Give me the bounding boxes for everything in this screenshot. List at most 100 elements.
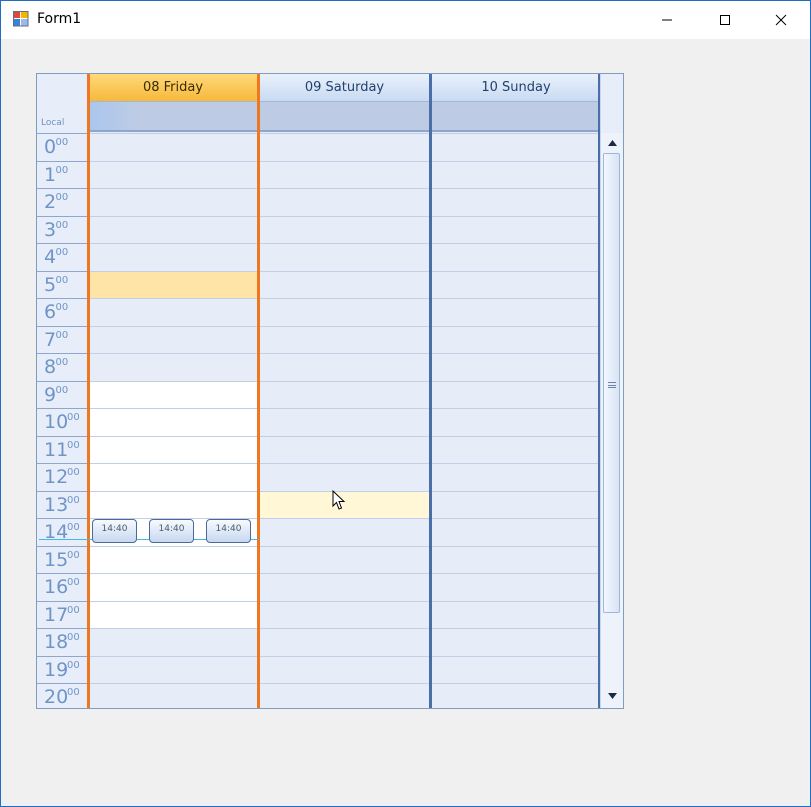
time-slot[interactable] <box>432 133 600 161</box>
time-slot[interactable] <box>260 628 429 656</box>
time-slot[interactable] <box>89 573 257 601</box>
time-slot[interactable] <box>432 325 600 353</box>
time-slot[interactable] <box>260 435 429 463</box>
time-slot[interactable] <box>432 463 600 491</box>
time-label: 16 00 <box>37 573 88 601</box>
time-slot[interactable] <box>89 188 257 216</box>
today-left-border <box>87 74 90 708</box>
time-slot[interactable] <box>260 188 429 216</box>
time-slot[interactable] <box>432 655 600 683</box>
time-slot[interactable] <box>260 655 429 683</box>
title-bar[interactable]: Form1 <box>1 1 810 39</box>
time-slot[interactable] <box>89 628 257 656</box>
time-slot[interactable] <box>260 298 429 326</box>
time-slot[interactable] <box>260 353 429 381</box>
appointment[interactable]: 14:40 <box>92 519 137 543</box>
day-header-sunday[interactable]: 10 Sunday <box>432 74 600 102</box>
vertical-scrollbar[interactable] <box>600 133 623 708</box>
time-slot[interactable] <box>432 573 600 601</box>
time-slot[interactable] <box>260 243 429 271</box>
time-slot[interactable] <box>260 463 429 491</box>
all-day-area-friday[interactable] <box>89 102 257 132</box>
maximize-button[interactable] <box>702 1 748 39</box>
time-slot[interactable] <box>89 298 257 326</box>
time-slot[interactable] <box>432 215 600 243</box>
time-slot[interactable] <box>432 683 600 708</box>
time-slot[interactable] <box>432 408 600 436</box>
time-slot[interactable] <box>89 600 257 628</box>
hour-number: 20 <box>44 686 69 708</box>
time-slot[interactable] <box>89 353 257 381</box>
time-slot[interactable] <box>260 380 429 408</box>
time-slot[interactable] <box>260 408 429 436</box>
time-slot[interactable] <box>260 545 429 573</box>
time-label: 15 00 <box>37 545 88 574</box>
minute-number: 00 <box>67 632 80 643</box>
time-slot[interactable] <box>432 435 600 463</box>
time-slot[interactable] <box>260 215 429 243</box>
day-header-label: 08 Friday <box>142 80 204 95</box>
time-slot[interactable] <box>89 435 257 463</box>
time-slot[interactable] <box>432 545 600 573</box>
day-column-saturday[interactable] <box>260 133 429 708</box>
time-slot[interactable] <box>260 270 429 298</box>
time-slot[interactable] <box>260 573 429 601</box>
minute-number: 00 <box>55 384 69 396</box>
time-slot[interactable] <box>260 600 429 628</box>
appointment[interactable]: 14:40 <box>206 519 251 543</box>
time-slot[interactable] <box>432 628 600 656</box>
close-button[interactable] <box>758 1 804 39</box>
minute-number: 00 <box>67 412 80 423</box>
time-slot[interactable] <box>432 353 600 381</box>
time-slot[interactable] <box>89 215 257 243</box>
time-slot[interactable] <box>432 518 600 546</box>
time-slot[interactable] <box>432 160 600 188</box>
time-slot[interactable] <box>89 683 257 708</box>
day-separator <box>429 74 432 708</box>
minute-number: 00 <box>55 357 69 368</box>
day-header-friday[interactable]: 08 Friday <box>89 74 257 102</box>
time-label: 13 00 <box>37 490 88 519</box>
time-slot[interactable] <box>89 490 257 518</box>
time-slot[interactable] <box>432 188 600 216</box>
time-slot[interactable] <box>89 160 257 188</box>
scroll-up-button[interactable] <box>606 137 618 149</box>
time-slot[interactable] <box>89 243 257 271</box>
all-day-area-saturday[interactable] <box>260 102 429 132</box>
time-slot[interactable] <box>89 545 257 573</box>
scrollbar-thumb[interactable] <box>603 153 620 613</box>
today-right-border <box>257 74 260 708</box>
day-column-sunday[interactable] <box>432 133 600 708</box>
time-slot[interactable] <box>89 380 257 408</box>
minimize-button[interactable] <box>644 1 690 39</box>
day-header-saturday[interactable]: 09 Saturday <box>260 74 429 102</box>
time-slot[interactable] <box>432 298 600 326</box>
time-slot[interactable] <box>260 683 429 708</box>
time-slot[interactable] <box>432 243 600 271</box>
time-slot[interactable] <box>89 655 257 683</box>
all-day-area-sunday[interactable] <box>432 102 600 132</box>
time-slot[interactable] <box>89 133 257 161</box>
time-slot[interactable] <box>260 133 429 161</box>
time-slot[interactable] <box>432 270 600 298</box>
scroll-down-button[interactable] <box>606 690 618 702</box>
time-slot[interactable] <box>260 325 429 353</box>
scheduler-day-view[interactable]: Local 08 Friday 09 Saturday 10 Sunday 00… <box>36 73 624 709</box>
time-slot[interactable] <box>432 490 600 518</box>
time-slot[interactable] <box>89 463 257 491</box>
appointment[interactable]: 14:40 <box>149 519 194 543</box>
time-slot[interactable] <box>260 160 429 188</box>
time-slot[interactable] <box>89 325 257 353</box>
hour-number: 4 <box>44 246 57 268</box>
time-slot[interactable] <box>260 518 429 546</box>
hour-number: 0 <box>44 136 57 158</box>
time-label: 6 00 <box>37 298 88 326</box>
arrow-up-icon <box>607 140 617 146</box>
time-slot[interactable] <box>432 380 600 408</box>
day-column-friday[interactable] <box>89 133 257 708</box>
time-slot[interactable] <box>432 600 600 628</box>
time-label: 2 00 <box>37 188 88 216</box>
maximize-icon <box>720 15 730 25</box>
time-slot[interactable] <box>89 408 257 436</box>
time-slot[interactable] <box>89 270 257 298</box>
